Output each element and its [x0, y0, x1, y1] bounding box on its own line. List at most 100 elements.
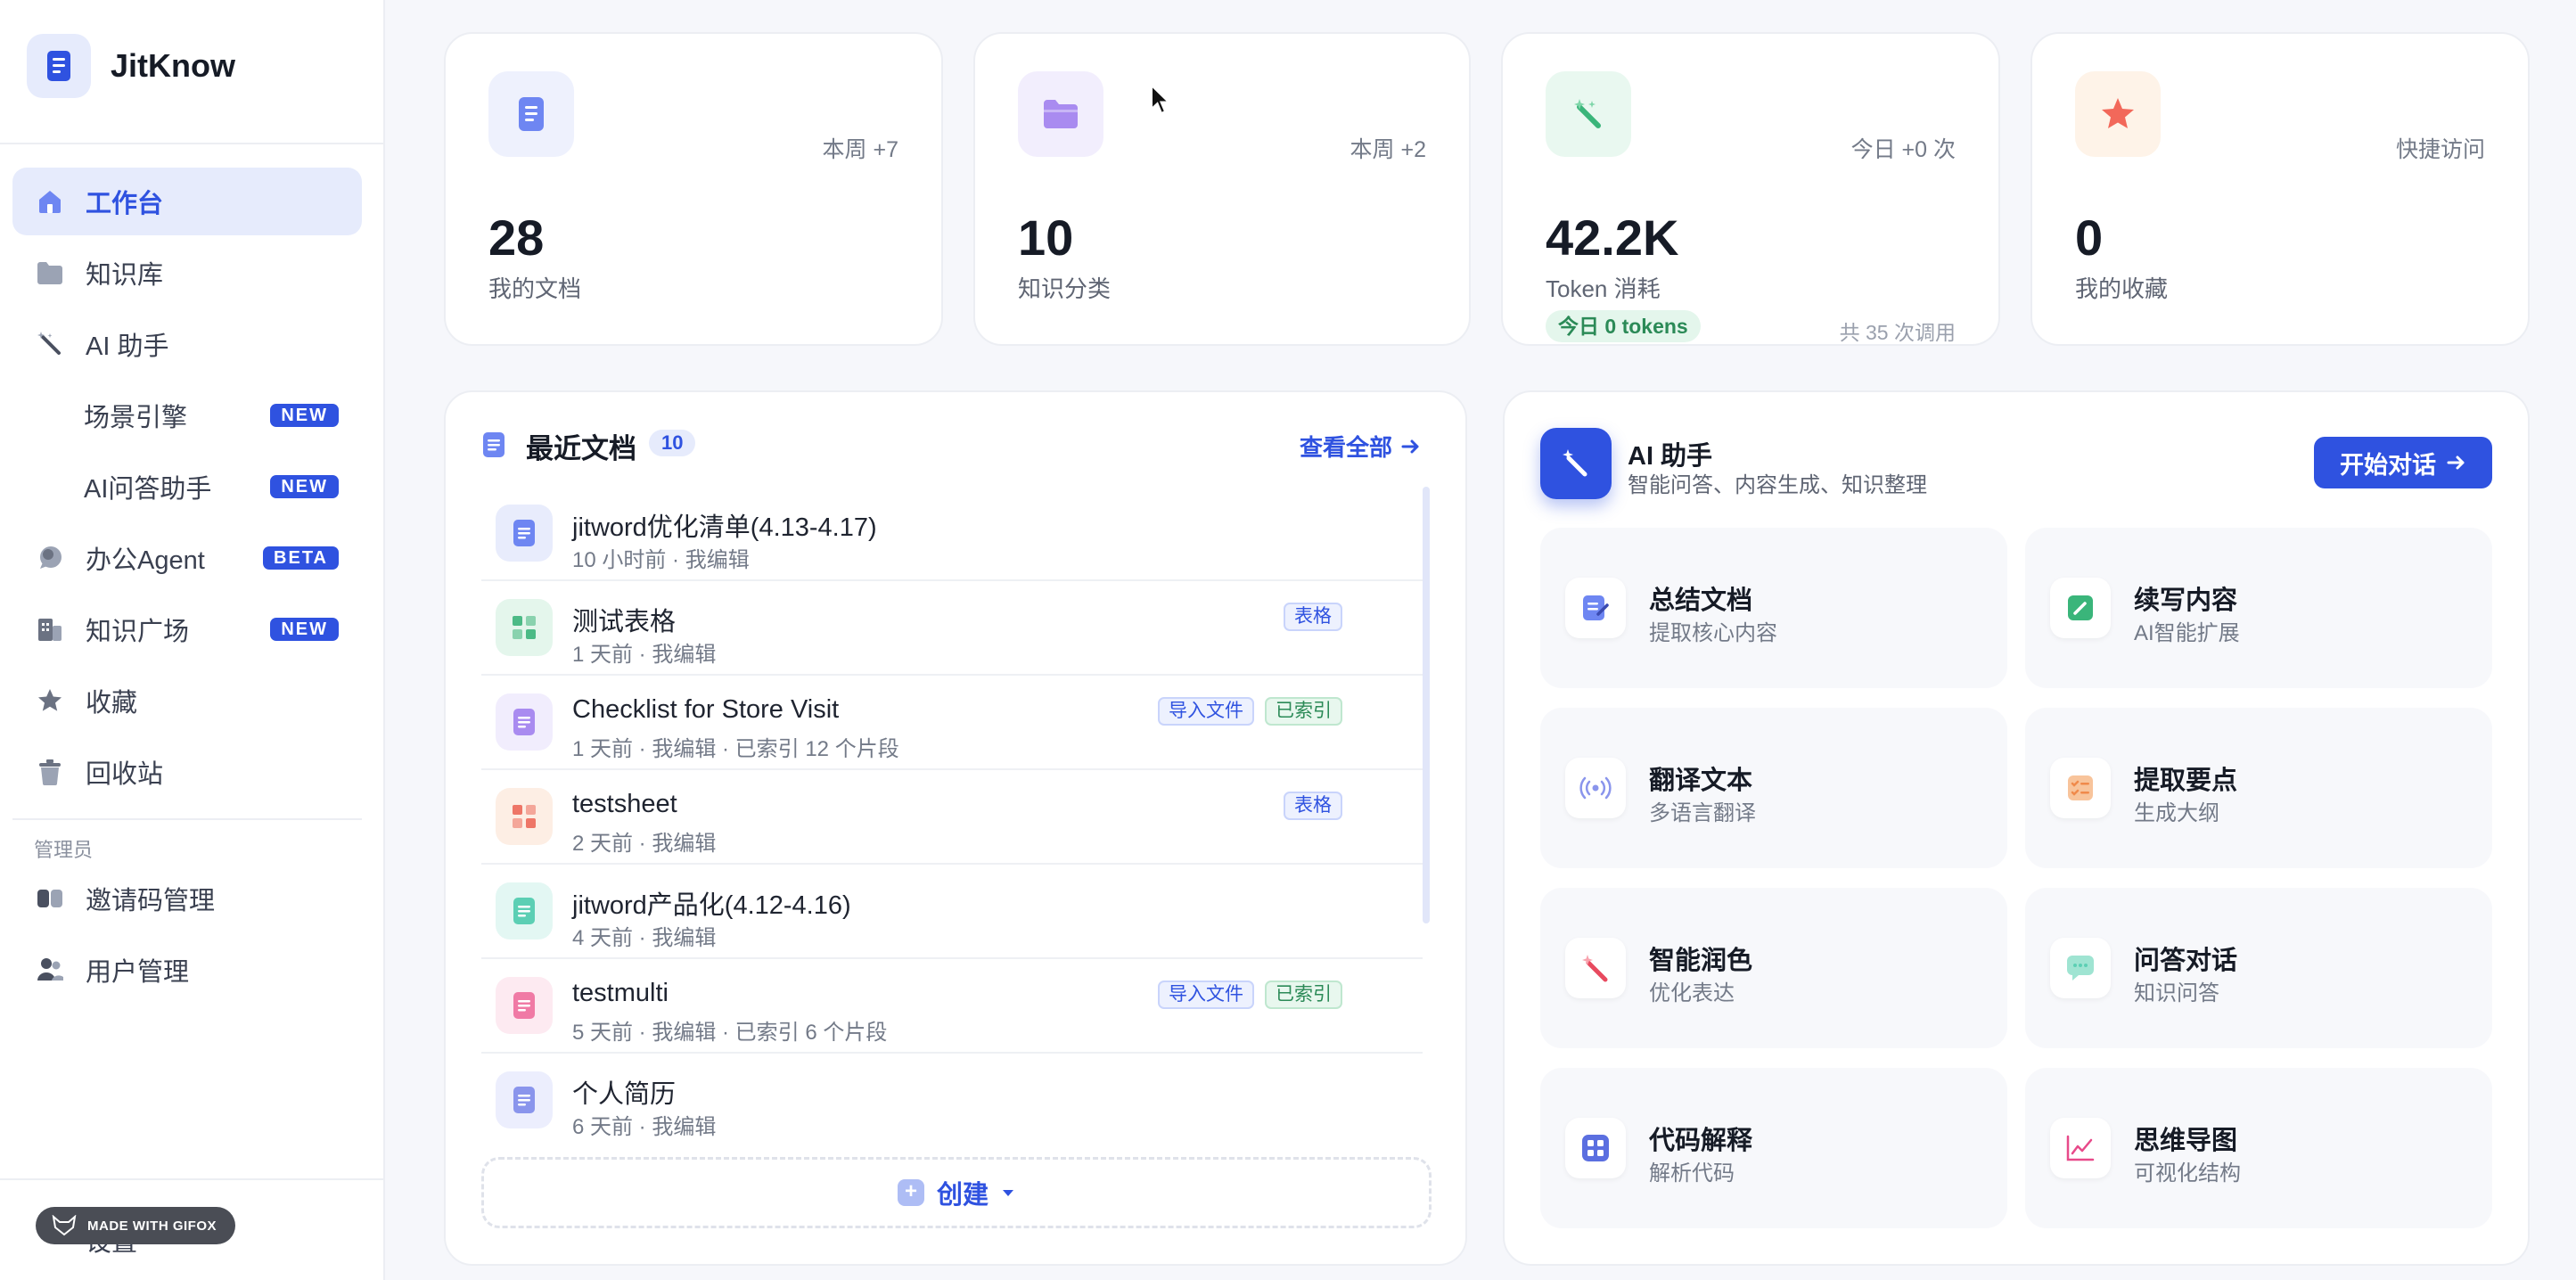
sheet-icon: [496, 788, 553, 845]
sidebar-item-ai-assistant[interactable]: AI 助手: [12, 310, 362, 378]
stat-value: 42.2K: [1546, 209, 1679, 266]
document-meta: 4 天前 · 我编辑: [572, 926, 717, 950]
ai-tool-desc: 生成大纲: [2134, 801, 2219, 825]
today-tokens-chip: 今日 0 tokens: [1546, 310, 1701, 342]
sidebar-item-knowledge-square[interactable]: 知识广场 NEW: [12, 595, 362, 663]
sidebar-item-user-management[interactable]: 用户管理: [12, 936, 362, 1004]
document-row[interactable]: jitword产品化(4.12-4.16) 4 天前 · 我编辑: [481, 865, 1423, 959]
document-row[interactable]: 测试表格 1 天前 · 我编辑 表格: [481, 581, 1423, 676]
new-badge: NEW: [270, 618, 339, 641]
ai-tool-title: 提取要点: [2134, 767, 2238, 795]
sidebar: JitKnow 工作台 知识库 AI 助手 场景引擎 NEW AI问答助手 NE…: [0, 0, 385, 1280]
ai-tool-card[interactable]: 翻译文本 多语言翻译: [1540, 708, 2007, 868]
sidebar-item-knowledge-base[interactable]: 知识库: [12, 239, 362, 307]
sidebar-item-ai-qa[interactable]: AI问答助手 NEW: [12, 453, 362, 521]
ai-assistant-panel: AI 助手 智能问答、内容生成、知识整理 开始对话 总结文档 提取核心内容 续写…: [1503, 390, 2530, 1266]
fox-icon: [52, 1215, 77, 1236]
ai-tool-title: 续写内容: [2134, 587, 2238, 615]
start-chat-button[interactable]: 开始对话: [2314, 437, 2492, 488]
arrow-right-icon: [1401, 439, 1419, 453]
stat-value: 0: [2075, 209, 2104, 266]
building-icon: [34, 613, 66, 645]
document-icon: [496, 1071, 553, 1128]
sidebar-item-scene-engine[interactable]: 场景引擎 NEW: [12, 382, 362, 449]
ai-tool-title: 思维导图: [2134, 1127, 2238, 1155]
document-name: jitword优化清单(4.13-4.17): [572, 513, 877, 542]
ai-tool-desc: 优化表达: [1649, 981, 1735, 1005]
document-tags: 表格: [1284, 792, 1342, 820]
document-name: testsheet: [572, 790, 677, 818]
document-row[interactable]: testsheet 2 天前 · 我编辑 表格: [481, 770, 1423, 865]
stat-hint: 快捷访问: [2395, 137, 2485, 162]
stat-card-tokens[interactable]: 今日 +0 次 42.2K Token 消耗 今日 0 tokens 共 35 …: [1501, 32, 2000, 346]
recent-documents-panel: 最近文档 10 查看全部 jitword优化清单(4.13-4.17) 10 小…: [444, 390, 1467, 1266]
sidebar-item-favorites[interactable]: 收藏: [12, 667, 362, 734]
ai-tool-title: 问答对话: [2134, 947, 2238, 975]
ai-tool-card[interactable]: 问答对话 知识问答: [2025, 888, 2492, 1048]
star-icon: [2075, 71, 2161, 157]
document-row[interactable]: 个人简历 6 天前 · 我编辑: [481, 1054, 1423, 1148]
doc-type-tag: 导入文件: [1158, 697, 1254, 726]
document-name: jitword产品化(4.12-4.16): [572, 891, 851, 920]
sidebar-item-trash[interactable]: 回收站: [12, 738, 362, 806]
document-row[interactable]: Checklist for Store Visit 1 天前 · 我编辑 · 已…: [481, 676, 1423, 770]
ai-tool-card[interactable]: 提取要点 生成大纲: [2025, 708, 2492, 868]
sidebar-item-label: 回收站: [86, 760, 164, 789]
magic-wand-icon: [34, 328, 66, 360]
stat-card-favorites[interactable]: 快捷访问 0 我的收藏: [2030, 32, 2530, 346]
grid-icon: [1565, 1118, 1626, 1178]
document-row[interactable]: jitword优化清单(4.13-4.17) 10 小时前 · 我编辑: [481, 487, 1423, 581]
doc-type-tag: 表格: [1284, 603, 1342, 631]
stat-label: 我的收藏: [2075, 275, 2169, 302]
ticket-icon: [34, 882, 66, 915]
sidebar-item-label: 用户管理: [86, 958, 190, 987]
document-icon: [496, 693, 553, 751]
stat-hint: 本周 +7: [822, 137, 898, 162]
sidebar-item-workbench[interactable]: 工作台: [12, 168, 362, 235]
ai-tool-desc: AI智能扩展: [2134, 621, 2240, 645]
stat-label: 我的文档: [488, 275, 582, 302]
app-logo[interactable]: JitKnow: [27, 34, 235, 98]
scrollbar[interactable]: [1423, 487, 1430, 923]
folder-icon: [34, 257, 66, 289]
stat-hint: 今日 +0 次: [1850, 137, 1956, 162]
stat-label: 知识分类: [1018, 275, 1112, 302]
document-meta: 10 小时前 · 我编辑: [572, 548, 750, 572]
sidebar-item-label: 知识广场: [86, 618, 190, 646]
document-icon: [488, 71, 574, 157]
ai-tool-title: 总结文档: [1649, 587, 1753, 615]
line-chart-icon: [2050, 1118, 2111, 1178]
document-icon: [496, 505, 553, 562]
ai-tool-card[interactable]: 总结文档 提取核心内容: [1540, 528, 2007, 688]
view-all-label: 查看全部: [1299, 434, 1392, 461]
create-button[interactable]: + 创建: [481, 1157, 1432, 1228]
ai-tool-desc: 提取核心内容: [1649, 621, 1777, 645]
view-all-link[interactable]: 查看全部: [1300, 430, 1421, 463]
plus-icon: +: [897, 1179, 924, 1206]
sidebar-item-label: 知识库: [86, 261, 164, 290]
trash-icon: [34, 756, 66, 788]
sidebar-item-invite-codes[interactable]: 邀请码管理: [12, 865, 362, 932]
document-row[interactable]: testmulti 5 天前 · 我编辑 · 已索引 6 个片段 导入文件 已索引: [481, 959, 1423, 1054]
sidebar-item-label: 工作台: [86, 190, 164, 218]
stat-card-categories[interactable]: 本周 +2 10 知识分类: [973, 32, 1471, 346]
stat-card-documents[interactable]: 本周 +7 28 我的文档: [444, 32, 943, 346]
document-icon: [496, 977, 553, 1034]
sidebar-item-label: AI问答助手: [84, 475, 212, 504]
sheet-icon: [496, 599, 553, 656]
document-meta: 2 天前 · 我编辑: [572, 832, 717, 856]
caret-down-icon: [1003, 1190, 1013, 1196]
ai-tool-desc: 知识问答: [2134, 981, 2219, 1005]
sidebar-divider: [12, 818, 362, 820]
sidebar-divider: [0, 143, 385, 144]
ai-tool-title: 智能润色: [1649, 947, 1753, 975]
document-meta: 6 天前 · 我编辑: [572, 1115, 717, 1139]
ai-tool-card[interactable]: 续写内容 AI智能扩展: [2025, 528, 2492, 688]
sidebar-item-label: 收藏: [86, 689, 138, 718]
sidebar-item-office-agent[interactable]: 办公Agent BETA: [12, 524, 362, 592]
ai-tool-card[interactable]: 智能润色 优化表达: [1540, 888, 2007, 1048]
new-badge: NEW: [270, 404, 339, 427]
start-chat-label: 开始对话: [2340, 451, 2436, 479]
ai-tool-card[interactable]: 思维导图 可视化结构: [2025, 1068, 2492, 1228]
ai-tool-card[interactable]: 代码解释 解析代码: [1540, 1068, 2007, 1228]
